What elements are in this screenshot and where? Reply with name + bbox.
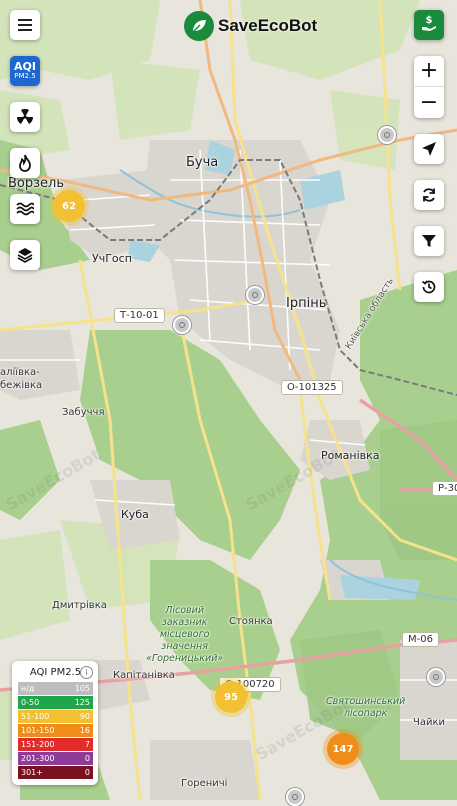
locate-arrow-icon xyxy=(421,141,437,157)
legend-count: 90 xyxy=(79,712,90,721)
aqi-legend: AQI PM2.5 i н/д 105 0-50 125 51-100 90 101-150… xyxy=(12,661,98,785)
history-icon xyxy=(421,279,437,295)
legend-range: 301+ xyxy=(21,768,43,777)
aqi-pm25-toggle[interactable]: AQI PM2.5 xyxy=(10,56,40,86)
aqi-marker[interactable]: 95 xyxy=(215,681,247,713)
sensor-marker-offline[interactable] xyxy=(173,316,191,334)
legend-range: 0-50 xyxy=(21,698,40,707)
sensor-marker-offline[interactable] xyxy=(286,788,304,806)
aqi-sub-label: PM2.5 xyxy=(14,72,36,80)
layers-button[interactable] xyxy=(10,240,40,270)
filter-icon xyxy=(421,233,437,249)
fire-icon xyxy=(17,154,33,172)
layers-icon xyxy=(17,247,33,263)
locate-button[interactable] xyxy=(414,134,444,164)
place-label-kapitanivka: Капітанівка xyxy=(113,670,175,681)
legend-row[interactable]: 301+ 0 xyxy=(18,766,93,779)
place-label-kuba: Куба xyxy=(121,508,149,521)
filter-button[interactable] xyxy=(414,226,444,256)
legend-count: 0 xyxy=(84,754,90,763)
fire-layer-button[interactable] xyxy=(10,148,40,178)
road-shield-o101325: О-101325 xyxy=(281,380,343,395)
road-shield-m06: М-06 xyxy=(402,632,439,647)
donate-hand-icon: $ xyxy=(420,14,438,36)
place-label-lisivka: аліївка- бежівка xyxy=(0,367,43,391)
place-label-vorzel: Ворзель xyxy=(8,176,65,191)
legend-count: 105 xyxy=(74,684,90,693)
history-button[interactable] xyxy=(414,272,444,302)
legend-row[interactable]: 201-300 0 xyxy=(18,752,93,765)
legend-range: н/д xyxy=(21,684,35,693)
zoom-in-button[interactable]: + xyxy=(414,56,444,87)
legend-count: 0 xyxy=(84,768,90,777)
radiation-layer-button[interactable] xyxy=(10,102,40,132)
app-logo-text: SaveEcoBot xyxy=(218,16,318,35)
refresh-button[interactable] xyxy=(414,180,444,210)
legend-range: 201-300 xyxy=(21,754,55,763)
sensor-marker-offline[interactable] xyxy=(378,126,396,144)
legend-title-text: AQI PM2.5 xyxy=(29,667,82,678)
place-label-uchgosp: УчГосп xyxy=(92,252,132,265)
leaf-icon xyxy=(184,11,214,41)
hamburger-icon xyxy=(18,19,32,31)
place-label-zabuchchia: Забуччя xyxy=(62,407,105,418)
legend-row[interactable]: 101-150 16 xyxy=(18,724,93,737)
aqi-label: AQI xyxy=(14,60,36,73)
place-label-bucha: Буча xyxy=(186,155,219,170)
legend-row[interactable]: 51-100 90 xyxy=(18,710,93,723)
svg-text:$: $ xyxy=(426,15,433,26)
aqi-marker[interactable]: 62 xyxy=(53,190,85,222)
legend-range: 101-150 xyxy=(21,726,55,735)
place-label-dmytrivka: Дмитрівка xyxy=(52,600,107,611)
legend-count: 16 xyxy=(79,726,90,735)
refresh-icon xyxy=(421,187,437,203)
place-label-horenychi: Гореничі xyxy=(181,778,228,789)
legend-row[interactable]: 151-200 7 xyxy=(18,738,93,751)
legend-rows: н/д 105 0-50 125 51-100 90 101-150 16 151-200 7 20… xyxy=(18,682,93,779)
legend-range: 151-200 xyxy=(21,740,55,749)
place-label-stoianka: Стоянка xyxy=(229,616,273,627)
road-shield-p30: Р-30 xyxy=(432,481,457,496)
aqi-marker[interactable]: 147 xyxy=(327,733,359,765)
menu-button[interactable] xyxy=(10,10,40,40)
place-label-irpin: Ірпінь xyxy=(286,296,327,311)
road-shield-t1001: Т-10-01 xyxy=(114,308,165,323)
donate-button[interactable]: $ xyxy=(414,10,444,40)
water-waves-icon xyxy=(16,202,34,216)
legend-row[interactable]: 0-50 125 xyxy=(18,696,93,709)
zoom-control: + − xyxy=(414,56,444,118)
sensor-marker-offline[interactable] xyxy=(427,668,445,686)
legend-count: 125 xyxy=(74,698,90,707)
water-layer-button[interactable] xyxy=(10,194,40,224)
place-label-zakaznyk: Лісовий заказник місцевого значення «Гор… xyxy=(146,605,224,664)
info-icon[interactable]: i xyxy=(80,666,93,679)
radiation-icon xyxy=(16,108,34,126)
legend-title: AQI PM2.5 i xyxy=(18,666,93,679)
sensor-marker-offline[interactable] xyxy=(246,286,264,304)
place-label-chaiky: Чайки xyxy=(413,717,446,728)
app-logo: SaveEcoBot xyxy=(184,9,317,43)
legend-range: 51-100 xyxy=(21,712,50,721)
zoom-out-button[interactable]: − xyxy=(414,87,444,118)
legend-row[interactable]: н/д 105 xyxy=(18,682,93,695)
legend-count: 7 xyxy=(84,740,90,749)
